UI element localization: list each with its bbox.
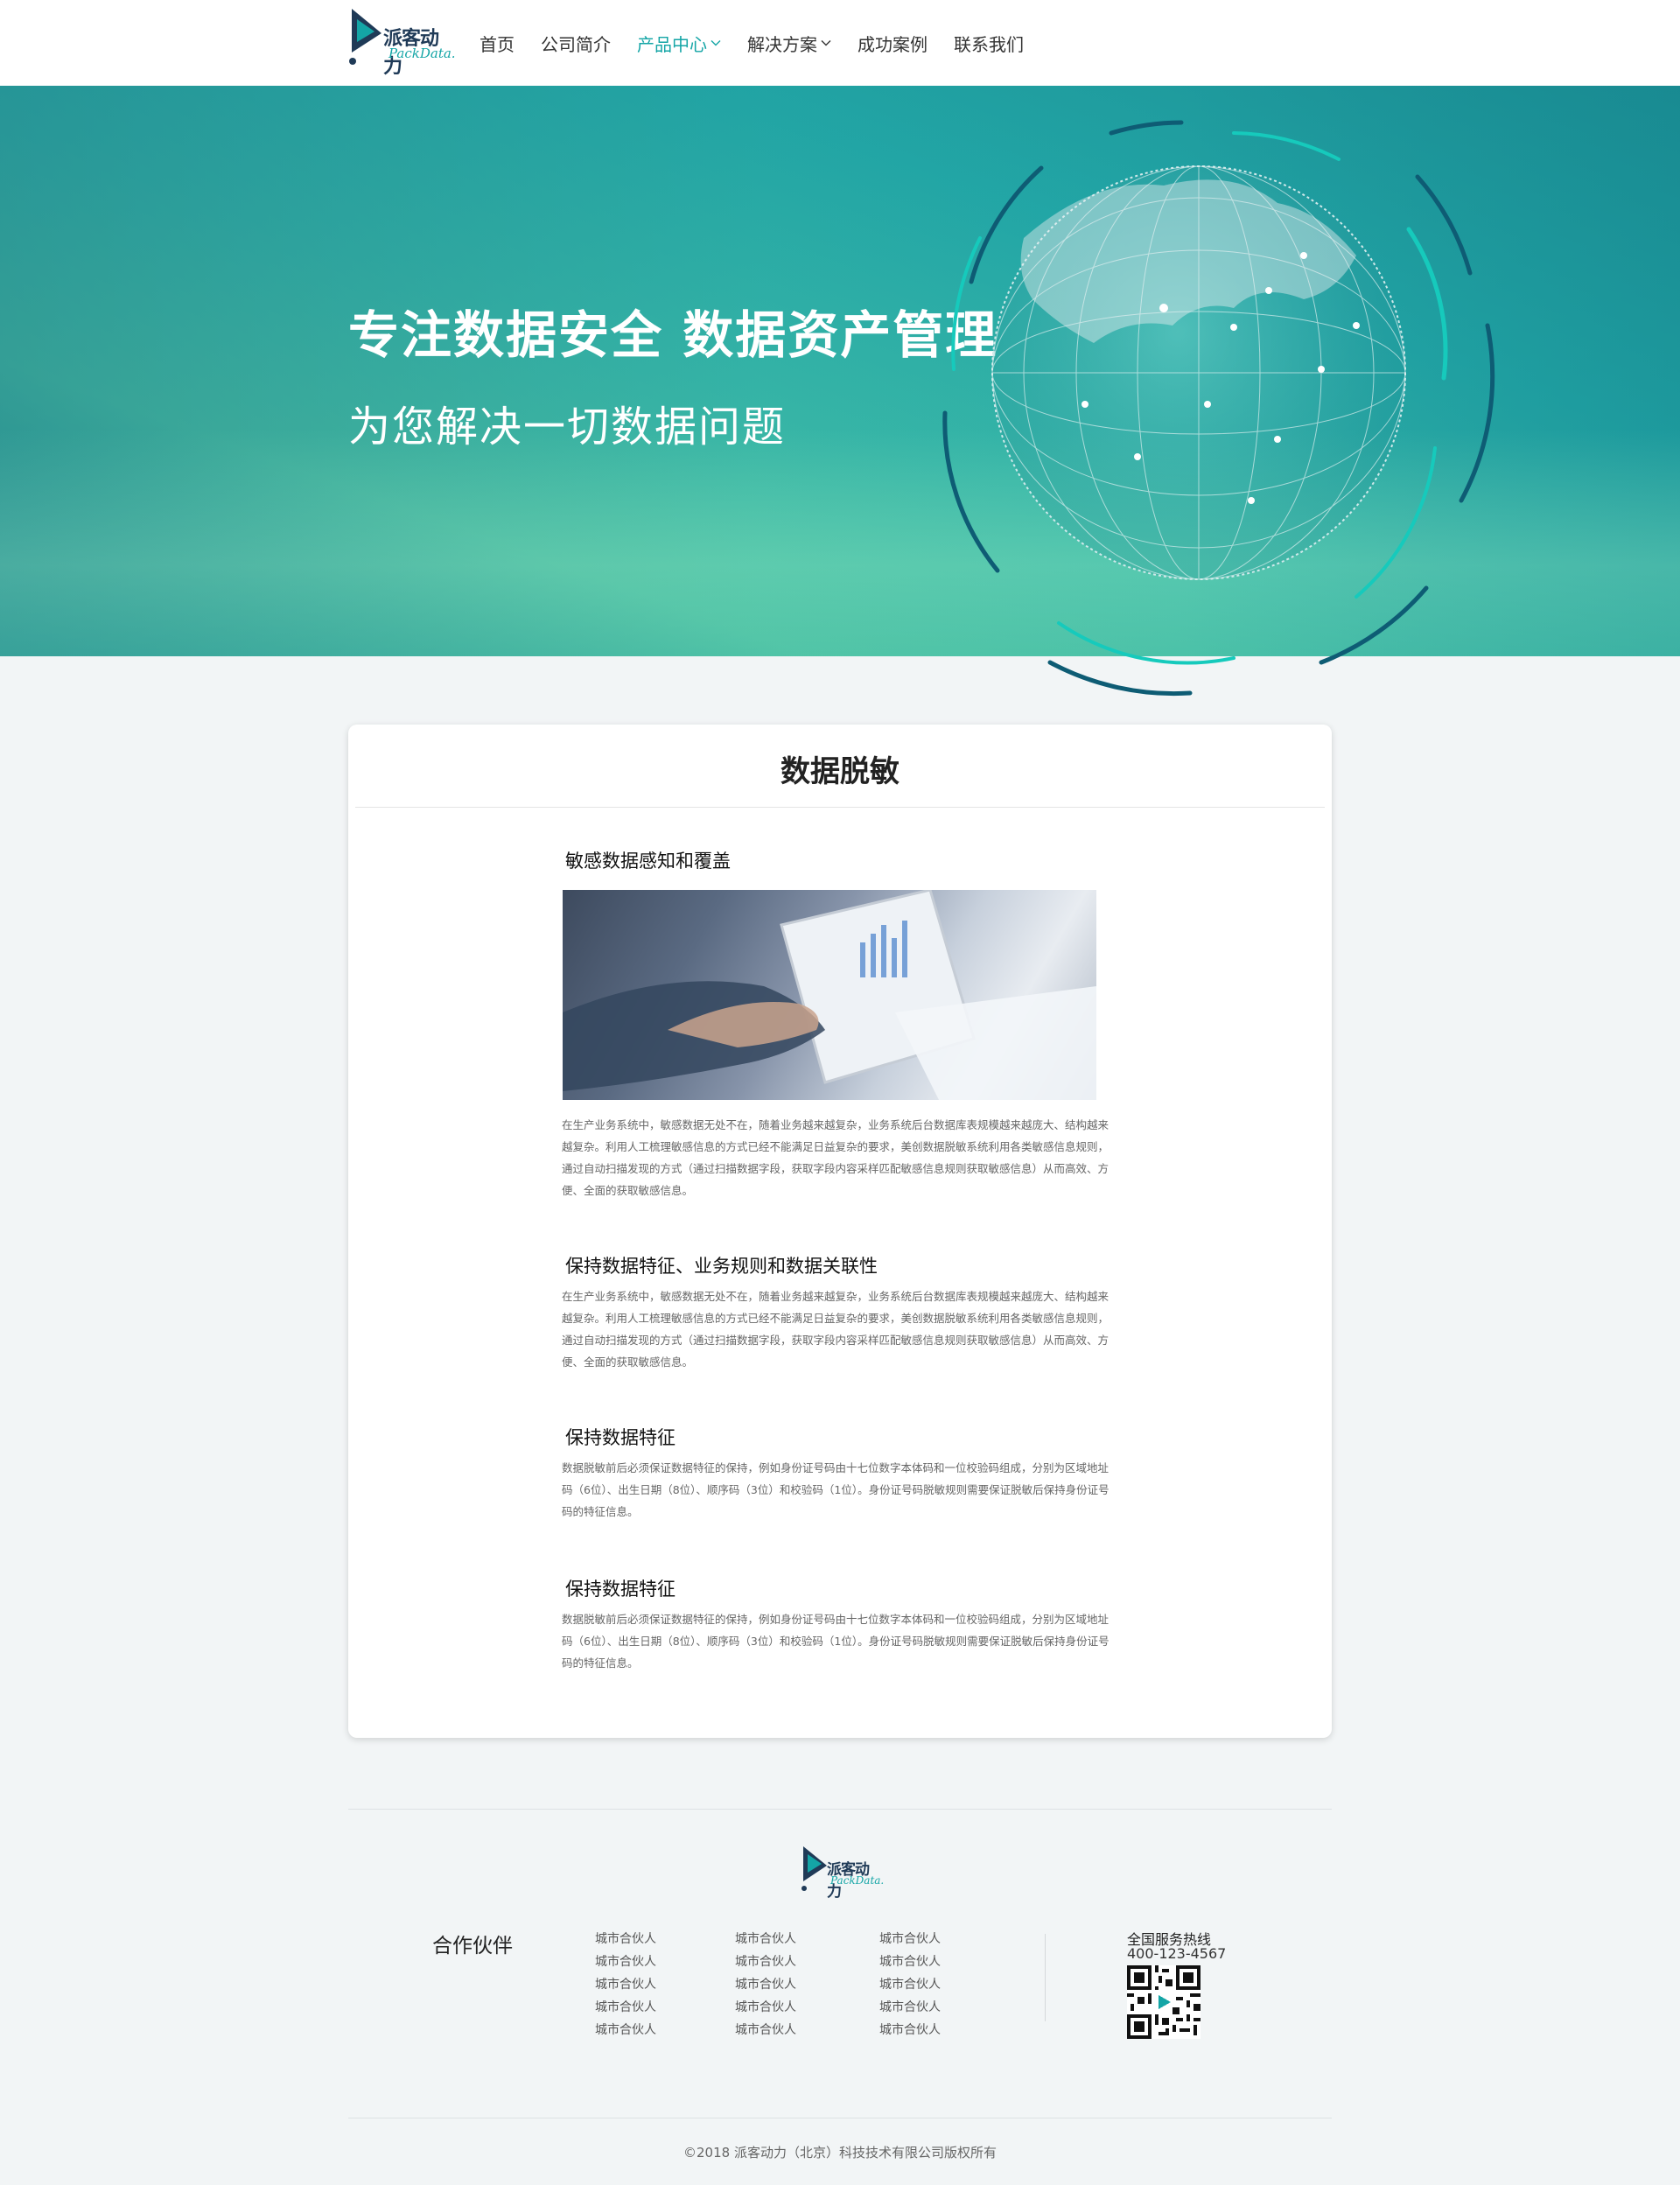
partner-link[interactable]: 城市合伙人 [735, 1996, 840, 2019]
nav-label: 成功案例 [858, 33, 928, 55]
section-heading: 敏感数据感知和覆盖 [565, 851, 731, 872]
partner-column: 城市合伙人 城市合伙人 城市合伙人 城市合伙人 城市合伙人 [879, 1928, 984, 2041]
partners-title: 合作伙伴 [432, 1935, 513, 1957]
title-divider [355, 807, 1325, 808]
nav-label: 产品中心 [637, 33, 707, 55]
partner-link[interactable]: 城市合伙人 [595, 1928, 700, 1950]
footer-divider-top [348, 1809, 1332, 1810]
play-logo-icon [802, 1846, 827, 1891]
main-nav: 首页 公司简介 产品中心 解决方案 成功案例 联系我们 [480, 0, 1050, 86]
partner-column: 城市合伙人 城市合伙人 城市合伙人 城市合伙人 城市合伙人 [595, 1928, 700, 2041]
top-header: 派客动力 PackData. 首页 公司简介 产品中心 解决方案 成功案例 联系… [0, 0, 1680, 86]
chevron-down-icon [710, 40, 721, 46]
partner-link[interactable]: 城市合伙人 [595, 2019, 700, 2041]
tablet-analytics-image [563, 890, 1096, 1100]
nav-item-solutions[interactable]: 解决方案 [747, 31, 831, 56]
nav-item-contact[interactable]: 联系我们 [954, 31, 1024, 56]
partner-link[interactable]: 城市合伙人 [735, 1950, 840, 1973]
nav-label: 公司简介 [541, 33, 611, 55]
brand-name-en: PackData. [830, 1874, 885, 1887]
play-logo-icon [349, 9, 382, 65]
partner-link[interactable]: 城市合伙人 [595, 1973, 700, 1996]
partner-link[interactable]: 城市合伙人 [595, 1950, 700, 1973]
section-body: 数据脱敏前后必须保证数据特征的保持，例如身份证号码由十七位数字本体码和一位校验码… [562, 1613, 1110, 1670]
section-heading: 保持数据特征 [565, 1579, 676, 1600]
section-heading: 保持数据特征 [565, 1427, 676, 1448]
footer-vertical-divider [1045, 1934, 1046, 2021]
nav-item-products[interactable]: 产品中心 [637, 31, 721, 56]
brand-name-en: PackData. [388, 46, 456, 61]
tablet-photo [563, 890, 1096, 1100]
partner-link[interactable]: 城市合伙人 [735, 1973, 840, 1996]
chevron-down-icon [821, 40, 831, 46]
section-body: 在生产业务系统中，敏感数据无处不在，随着业务越来越复杂，业务系统后台数据库表规模… [562, 1118, 1110, 1197]
partner-link[interactable]: 城市合伙人 [735, 2019, 840, 2041]
nav-label: 首页 [480, 33, 514, 55]
page-title: 数据脱敏 [780, 754, 900, 789]
hero-subtitle: 为您解决一切数据问题 [348, 403, 787, 452]
partner-column: 城市合伙人 城市合伙人 城市合伙人 城市合伙人 城市合伙人 [735, 1928, 840, 2041]
partner-link[interactable]: 城市合伙人 [879, 1928, 984, 1950]
qr-code-icon [1127, 1965, 1200, 2039]
nav-item-home[interactable]: 首页 [480, 31, 514, 56]
section-heading: 保持数据特征、业务规则和数据关联性 [565, 1256, 878, 1277]
hotline-number: 400-123-4567 [1127, 1945, 1227, 1962]
partner-link[interactable]: 城市合伙人 [595, 1996, 700, 2019]
footer-logo[interactable]: 派客动力 PackData. [801, 1845, 885, 1901]
globe-illustration [942, 120, 1495, 697]
nav-label: 联系我们 [954, 33, 1024, 55]
partner-link[interactable]: 城市合伙人 [879, 1950, 984, 1973]
partner-link[interactable]: 城市合伙人 [879, 2019, 984, 2041]
nav-label: 解决方案 [747, 33, 817, 55]
content-card: 数据脱敏 敏感数据感知和覆盖 在生产业务系统中，敏感数据无处不在，随着业务越来越… [348, 725, 1332, 1738]
partner-link[interactable]: 城市合伙人 [735, 1928, 840, 1950]
copyright-text: ©2018 派客动力（北京）科技技术有限公司版权所有 [683, 2145, 997, 2160]
nav-item-about[interactable]: 公司简介 [541, 31, 611, 56]
section-body: 在生产业务系统中，敏感数据无处不在，随着业务越来越复杂，业务系统后台数据库表规模… [562, 1290, 1110, 1369]
partner-link[interactable]: 城市合伙人 [879, 1973, 984, 1996]
partner-link[interactable]: 城市合伙人 [879, 1996, 984, 2019]
brand-logo[interactable]: 派客动力 PackData. [348, 7, 456, 78]
section-body: 数据脱敏前后必须保证数据特征的保持，例如身份证号码由十七位数字本体码和一位校验码… [562, 1461, 1110, 1518]
nav-item-cases[interactable]: 成功案例 [858, 31, 928, 56]
